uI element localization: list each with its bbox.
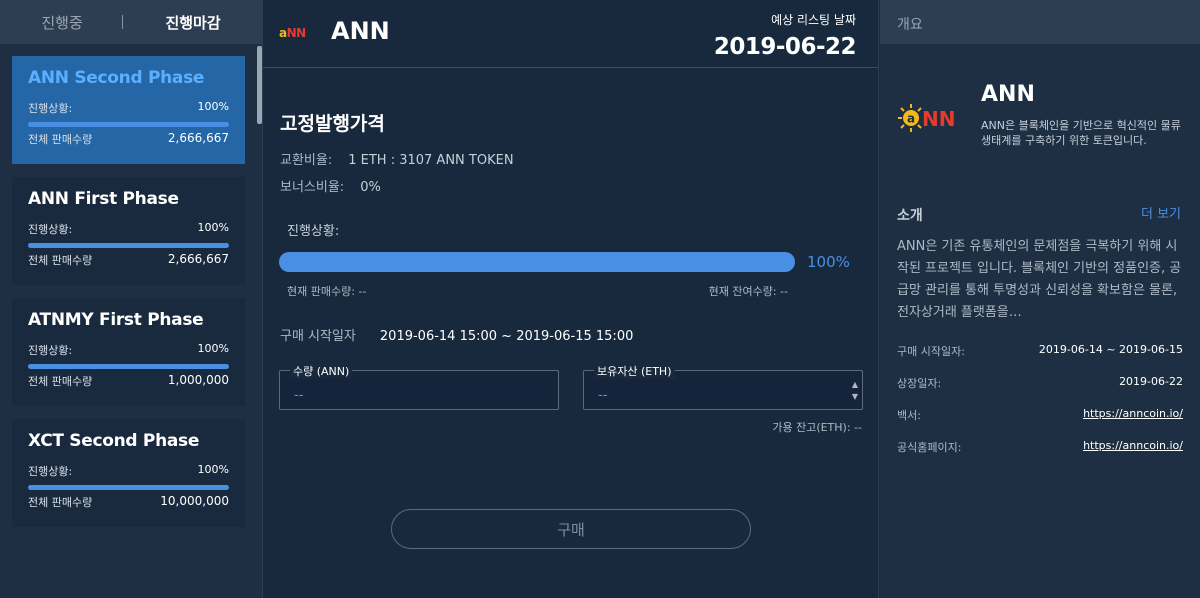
available-balance: 가용 잔고(ETH): -- (772, 421, 862, 434)
ann-logo: aNN (279, 26, 306, 40)
phase-card[interactable]: ANN Second Phase 진행상황: 100% 전체 판매수량 2,66… (12, 56, 245, 164)
phase-progress-label: 진행상황: (28, 465, 73, 478)
tab-in-progress[interactable]: 진행중 (31, 8, 92, 37)
phase-progress-row: 진행상황: 100% (28, 463, 229, 479)
phase-title: ANN Second Phase (28, 68, 205, 88)
bonus-rate: 보너스비율: 0% (280, 176, 381, 195)
section-title: 고정발행가격 (280, 113, 385, 135)
sale-start: 구매 시작일자 2019-06-14 15:00 ~ 2019-06-15 15:… (280, 325, 633, 344)
tab-divider (122, 15, 123, 29)
overview-panel: 개요 a NN ANN ANN은 블록체인을 기반으로 혁신적인 물류 생태계를… (880, 0, 1200, 598)
sale-start-value: 2019-06-14 15:00 ~ 2019-06-15 15:00 (379, 329, 634, 344)
detail-value: 2019-06-22 (1119, 375, 1183, 388)
progress-label: 진행상황: (287, 224, 340, 239)
listing-date: 2019-06-22 (713, 34, 857, 60)
detail-whitepaper: 백서: https://anncoin.io/ (897, 407, 1183, 423)
phase-progress-row: 진행상황: 100% (28, 100, 229, 116)
phase-card[interactable]: XCT Second Phase 진행상황: 100% 전체 판매수량 10,0… (12, 419, 245, 527)
buy-button[interactable]: 구매 (391, 509, 751, 549)
progress-bar (279, 252, 795, 272)
phase-total-value: 10,000,000 (160, 494, 229, 508)
phase-total-row: 전체 판매수량 2,666,667 (28, 252, 229, 268)
phase-title: ATNMY First Phase (28, 310, 204, 330)
main-panel: aNN ANN 예상 리스팅 날짜 2019-06-22 고정발행가격 교환비율… (263, 0, 879, 598)
intro-text: ANN은 기존 유통체인의 문제점을 극복하기 위해 시작된 프로젝트 입니다.… (897, 239, 1182, 320)
svg-text:a: a (907, 112, 915, 126)
overview-token-name: ANN (981, 82, 1035, 107)
phase-progress-row: 진행상황: 100% (28, 342, 229, 358)
asset-input[interactable] (584, 371, 862, 409)
phase-title: ANN First Phase (28, 189, 179, 209)
phase-total-row: 전체 판매수량 10,000,000 (28, 494, 229, 510)
phase-total-row: 전체 판매수량 1,000,000 (28, 373, 229, 389)
exchange-rate-label: 교환비율: (280, 153, 333, 168)
progress-percent: 100% (807, 253, 850, 271)
detail-sale-start: 구매 시작일자: 2019-06-14 ~ 2019-06-15 (897, 343, 1183, 359)
phase-total-value: 2,666,667 (167, 131, 229, 145)
asset-field: 보유자산 (ETH) ▲▼ (583, 363, 863, 410)
current-sold: 현재 판매수량: -- (287, 285, 367, 298)
sidebar-tabs: 진행중 진행마감 (0, 0, 262, 44)
svg-text:NN: NN (922, 107, 955, 131)
phase-progress-bar (28, 243, 229, 248)
phase-card[interactable]: ATNMY First Phase 진행상황: 100% 전체 판매수량 1,0… (12, 298, 245, 406)
detail-homepage: 공식홈페이지: https://anncoin.io/ (897, 439, 1183, 455)
detail-value: 2019-06-14 ~ 2019-06-15 (1038, 343, 1183, 356)
sidebar: 진행중 진행마감 ANN Second Phase 진행상황: 100% 전체 … (0, 0, 263, 598)
phase-progress-value: 100% (197, 463, 229, 476)
phase-progress-row: 진행상황: 100% (28, 221, 229, 237)
phase-total-label: 전체 판매수량 (28, 496, 93, 509)
sidebar-scrollbar[interactable] (257, 46, 262, 124)
quantity-field: 수량 (ANN) (279, 363, 559, 410)
phase-progress-value: 100% (197, 221, 229, 234)
detail-listing-date: 상장일자: 2019-06-22 (897, 375, 1183, 391)
phase-card[interactable]: ANN First Phase 진행상황: 100% 전체 판매수량 2,666… (12, 177, 245, 285)
progress-fill (279, 252, 795, 272)
phase-total-value: 1,000,000 (167, 373, 229, 387)
tab-closed[interactable]: 진행마감 (155, 8, 230, 37)
phase-total-value: 2,666,667 (167, 252, 229, 266)
intro-title: 소개 (897, 208, 923, 224)
asset-stepper[interactable]: ▲ ▼ (852, 379, 858, 403)
phase-progress-bar (28, 485, 229, 490)
listing-date-label: 예상 리스팅 날짜 (771, 13, 856, 27)
phase-progress-label: 진행상황: (28, 223, 73, 236)
ann-logo-icon: a NN (898, 104, 955, 132)
bonus-rate-label: 보너스비율: (280, 180, 345, 195)
phase-progress-value: 100% (197, 100, 229, 113)
phase-title: XCT Second Phase (28, 431, 200, 451)
main-header: aNN ANN 예상 리스팅 날짜 2019-06-22 (263, 0, 878, 68)
more-link[interactable]: 더 보기 (1141, 203, 1181, 222)
bonus-rate-value: 0% (360, 180, 381, 195)
detail-label: 공식홈페이지: (897, 441, 962, 454)
sale-start-label: 구매 시작일자 (280, 329, 356, 344)
phase-total-label: 전체 판매수량 (28, 133, 93, 146)
current-remaining: 현재 잔여수량: -- (708, 285, 788, 298)
phase-progress-bar (28, 364, 229, 369)
overview-token-description: ANN은 블록체인을 기반으로 혁신적인 물류 생태계를 구축하기 위한 토큰입… (981, 119, 1181, 147)
phase-list: ANN Second Phase 진행상황: 100% 전체 판매수량 2,66… (12, 56, 245, 540)
phase-total-row: 전체 판매수량 2,666,667 (28, 131, 229, 147)
phase-progress-bar (28, 122, 229, 127)
detail-label: 백서: (897, 409, 921, 422)
overview-header: 개요 (880, 0, 1200, 44)
quantity-input[interactable] (280, 371, 558, 409)
whitepaper-link[interactable]: https://anncoin.io/ (1083, 407, 1183, 423)
detail-label: 상장일자: (897, 377, 942, 390)
detail-label: 구매 시작일자: (897, 345, 965, 358)
token-title: ANN (331, 17, 390, 45)
phase-total-label: 전체 판매수량 (28, 254, 93, 267)
exchange-rate-value: 1 ETH : 3107 ANN TOKEN (348, 153, 514, 168)
phase-progress-value: 100% (197, 342, 229, 355)
phase-total-label: 전체 판매수량 (28, 375, 93, 388)
phase-progress-label: 진행상황: (28, 102, 73, 115)
homepage-link[interactable]: https://anncoin.io/ (1083, 439, 1183, 455)
exchange-rate: 교환비율: 1 ETH : 3107 ANN TOKEN (280, 149, 514, 168)
phase-progress-label: 진행상황: (28, 344, 73, 357)
